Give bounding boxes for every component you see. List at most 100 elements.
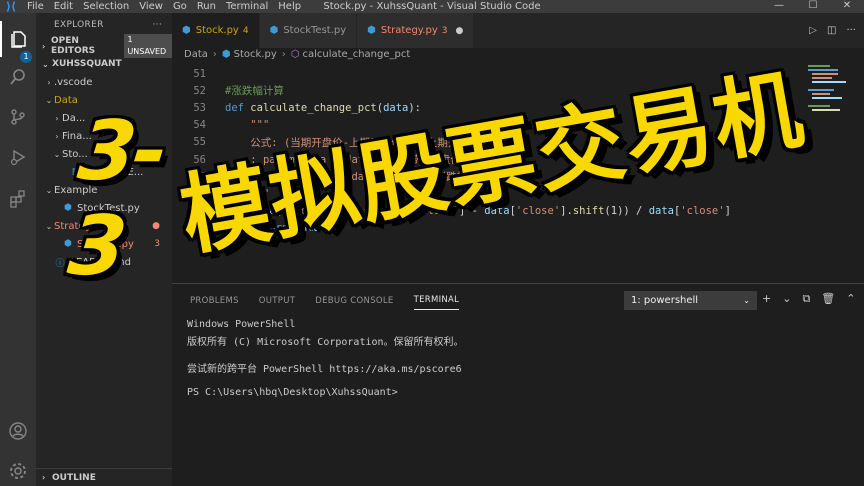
run-python-icon[interactable]: ▷ bbox=[809, 25, 817, 36]
vscode-logo-icon: ⟩⟨ bbox=[5, 0, 17, 13]
menu-file[interactable]: File bbox=[22, 0, 49, 13]
explorer-title: EXPLORER bbox=[54, 20, 104, 30]
line-number: 56 bbox=[193, 153, 206, 166]
more-actions-icon[interactable]: ··· bbox=[153, 20, 162, 30]
terminal-output[interactable]: Windows PowerShell 版权所有 (C) Microsoft Co… bbox=[187, 319, 464, 400]
tab-debug-console[interactable]: DEBUG CONSOLE bbox=[315, 292, 393, 310]
tree-item[interactable]: ⌄ Strategy ● bbox=[36, 217, 172, 235]
tab-stocktest-py[interactable]: ⬢ StockTest.py bbox=[259, 13, 358, 48]
tab-stock-py[interactable]: ⬢ Stock.py 4 bbox=[172, 13, 260, 48]
activity-bar: 1 bbox=[0, 13, 36, 486]
tree-item[interactable]: › Fina... bbox=[36, 127, 172, 145]
tab-problem-count: 3 bbox=[441, 25, 448, 36]
search-icon[interactable] bbox=[0, 59, 36, 95]
editor-tabs: ⬢ Stock.py 4 ⬢ StockTest.py ⬢ Strategy.p… bbox=[172, 13, 864, 48]
menu-run[interactable]: Run bbox=[192, 0, 221, 13]
tab-strategy-py[interactable]: ⬢ Strategy.py 3 ● bbox=[357, 13, 475, 48]
breadcrumb-folder[interactable]: Data bbox=[184, 49, 208, 60]
minimap[interactable] bbox=[808, 61, 850, 191]
chevron-down-icon[interactable]: ⌄ bbox=[782, 292, 791, 306]
chevron-down-icon: ⌄ bbox=[45, 95, 53, 105]
settings-gear-icon[interactable] bbox=[0, 453, 36, 486]
terminal-line: Windows PowerShell bbox=[187, 319, 296, 330]
outline-section[interactable]: › OUTLINE bbox=[36, 468, 172, 486]
title-bar: ⟩⟨ File Edit Selection View Go Run Termi… bbox=[0, 0, 864, 13]
file-icon: ▦ bbox=[71, 167, 81, 177]
terminal-select-value: 1: powershell bbox=[631, 295, 699, 306]
chevron-down-icon: ⌄ bbox=[45, 185, 53, 195]
tree-item[interactable]: › Da... bbox=[36, 109, 172, 127]
tree-item-label: Fina... bbox=[62, 130, 92, 142]
tree-item[interactable]: ⬢ StockTest.py bbox=[36, 199, 172, 217]
menu-terminal[interactable]: Terminal bbox=[221, 0, 273, 13]
extensions-icon[interactable] bbox=[0, 181, 36, 217]
code-editor[interactable]: 51 52 #涨跌幅计算 53 def calculate_change_pct(dat… bbox=[172, 61, 864, 281]
code-text: data['close_pct'] = (data['close'] - dat… bbox=[250, 205, 731, 218]
terminal-line: 尝试新的跨平台 PowerShell https://aka.ms/pscore… bbox=[187, 363, 462, 375]
tab-output[interactable]: OUTPUT bbox=[259, 292, 295, 310]
tree-item[interactable]: ⬢ Strategy.py 3 bbox=[36, 235, 172, 253]
code-text: return data bbox=[250, 222, 320, 235]
python-file-icon: ⬢ bbox=[367, 25, 376, 36]
chevron-down-icon: ⌄ bbox=[743, 296, 750, 305]
code-line: 57 : return data : dataframe 带有涨跌幅 bbox=[172, 168, 812, 185]
tab-label: Stock.py bbox=[195, 25, 239, 36]
panel-tabs: PROBLEMS OUTPUT DEBUG CONSOLE TERMINAL bbox=[172, 284, 864, 317]
more-actions-icon[interactable]: ··· bbox=[846, 25, 856, 36]
new-terminal-icon[interactable]: + bbox=[762, 292, 771, 306]
maximize-icon[interactable]: ☐ bbox=[796, 0, 830, 13]
tab-terminal[interactable]: TERMINAL bbox=[413, 291, 460, 310]
open-editors-section[interactable]: › OPEN EDITORS 1 UNSAVED bbox=[36, 34, 173, 58]
menu-selection[interactable]: Selection bbox=[78, 0, 134, 13]
tab-label: StockTest.py bbox=[283, 25, 347, 36]
code-line: 56 : param data : dataframe 带有收盘价的数据 bbox=[172, 151, 812, 168]
minimize-icon[interactable]: — bbox=[762, 0, 796, 13]
chevron-down-icon: ⌄ bbox=[42, 59, 49, 69]
line-number: 58 bbox=[193, 187, 206, 200]
menu-help[interactable]: Help bbox=[273, 0, 306, 13]
tree-item[interactable]: › .vscode bbox=[36, 73, 172, 91]
split-terminal-icon[interactable]: ⧉ bbox=[802, 292, 810, 306]
file-tree: › .vscode ⌄ Data › Da... › Fina... ⌄ Sto... ▦ 000..… bbox=[36, 73, 172, 271]
chevron-right-icon: › bbox=[212, 49, 217, 60]
tab-label: Strategy.py bbox=[380, 25, 438, 36]
line-number: 52 bbox=[193, 84, 206, 97]
tree-item[interactable]: ▦ 000...SHE... bbox=[36, 163, 172, 181]
close-icon[interactable]: ✕ bbox=[830, 0, 864, 13]
breadcrumb-file[interactable]: Stock.py bbox=[234, 49, 277, 60]
tab-problem-count: 4 bbox=[242, 25, 249, 36]
menu-view[interactable]: View bbox=[134, 0, 168, 13]
trash-icon[interactable]: 🗑 bbox=[821, 292, 835, 306]
code-line: 55 公式: (当期开盘价-上期开盘价) / 上期开盘价 bbox=[172, 134, 812, 151]
line-number: 51 bbox=[193, 67, 206, 80]
tree-item[interactable]: ⓘ README.md bbox=[36, 253, 172, 271]
menu-edit[interactable]: Edit bbox=[49, 0, 78, 13]
line-number: 55 bbox=[193, 136, 206, 149]
tree-item-label: Data bbox=[54, 94, 78, 106]
tree-item[interactable]: ⌄ Data bbox=[36, 91, 172, 109]
tree-item-label: README.md bbox=[69, 256, 132, 268]
python-file-icon: ⬢ bbox=[269, 25, 279, 36]
code-line: 52 #涨跌幅计算 bbox=[172, 82, 812, 99]
run-debug-icon[interactable] bbox=[0, 139, 36, 175]
tab-problems[interactable]: PROBLEMS bbox=[190, 292, 239, 310]
terminal-select[interactable]: 1: powershell ⌄ bbox=[624, 291, 757, 310]
function-symbol-icon: ⬡ bbox=[290, 49, 300, 60]
tree-item-label: Example bbox=[54, 184, 98, 196]
code-line: 53 def calculate_change_pct(data): bbox=[172, 99, 812, 116]
unsaved-badge: 1 UNSAVED bbox=[124, 34, 173, 58]
file-icon: ⬢ bbox=[64, 239, 72, 249]
source-control-icon[interactable] bbox=[0, 99, 36, 135]
breadcrumb-symbol[interactable]: calculate_change_pct bbox=[302, 49, 410, 60]
account-icon[interactable] bbox=[0, 413, 36, 449]
explorer-icon[interactable] bbox=[0, 21, 36, 57]
tree-item[interactable]: ⌄ Sto... bbox=[36, 145, 172, 163]
maximize-panel-icon[interactable]: ⌃ bbox=[846, 292, 855, 306]
tree-item[interactable]: ⌄ Example bbox=[36, 181, 172, 199]
terminal-line: 版权所有 (C) Microsoft Corporation。保留所有权利。 bbox=[187, 336, 464, 348]
split-editor-icon[interactable]: ◫ bbox=[827, 25, 836, 36]
unsaved-dot-icon[interactable]: ● bbox=[455, 26, 463, 36]
menu-go[interactable]: Go bbox=[168, 0, 192, 13]
terminal-panel: PROBLEMS OUTPUT DEBUG CONSOLE TERMINAL 1… bbox=[172, 283, 864, 486]
chevron-right-icon: › bbox=[42, 41, 46, 51]
